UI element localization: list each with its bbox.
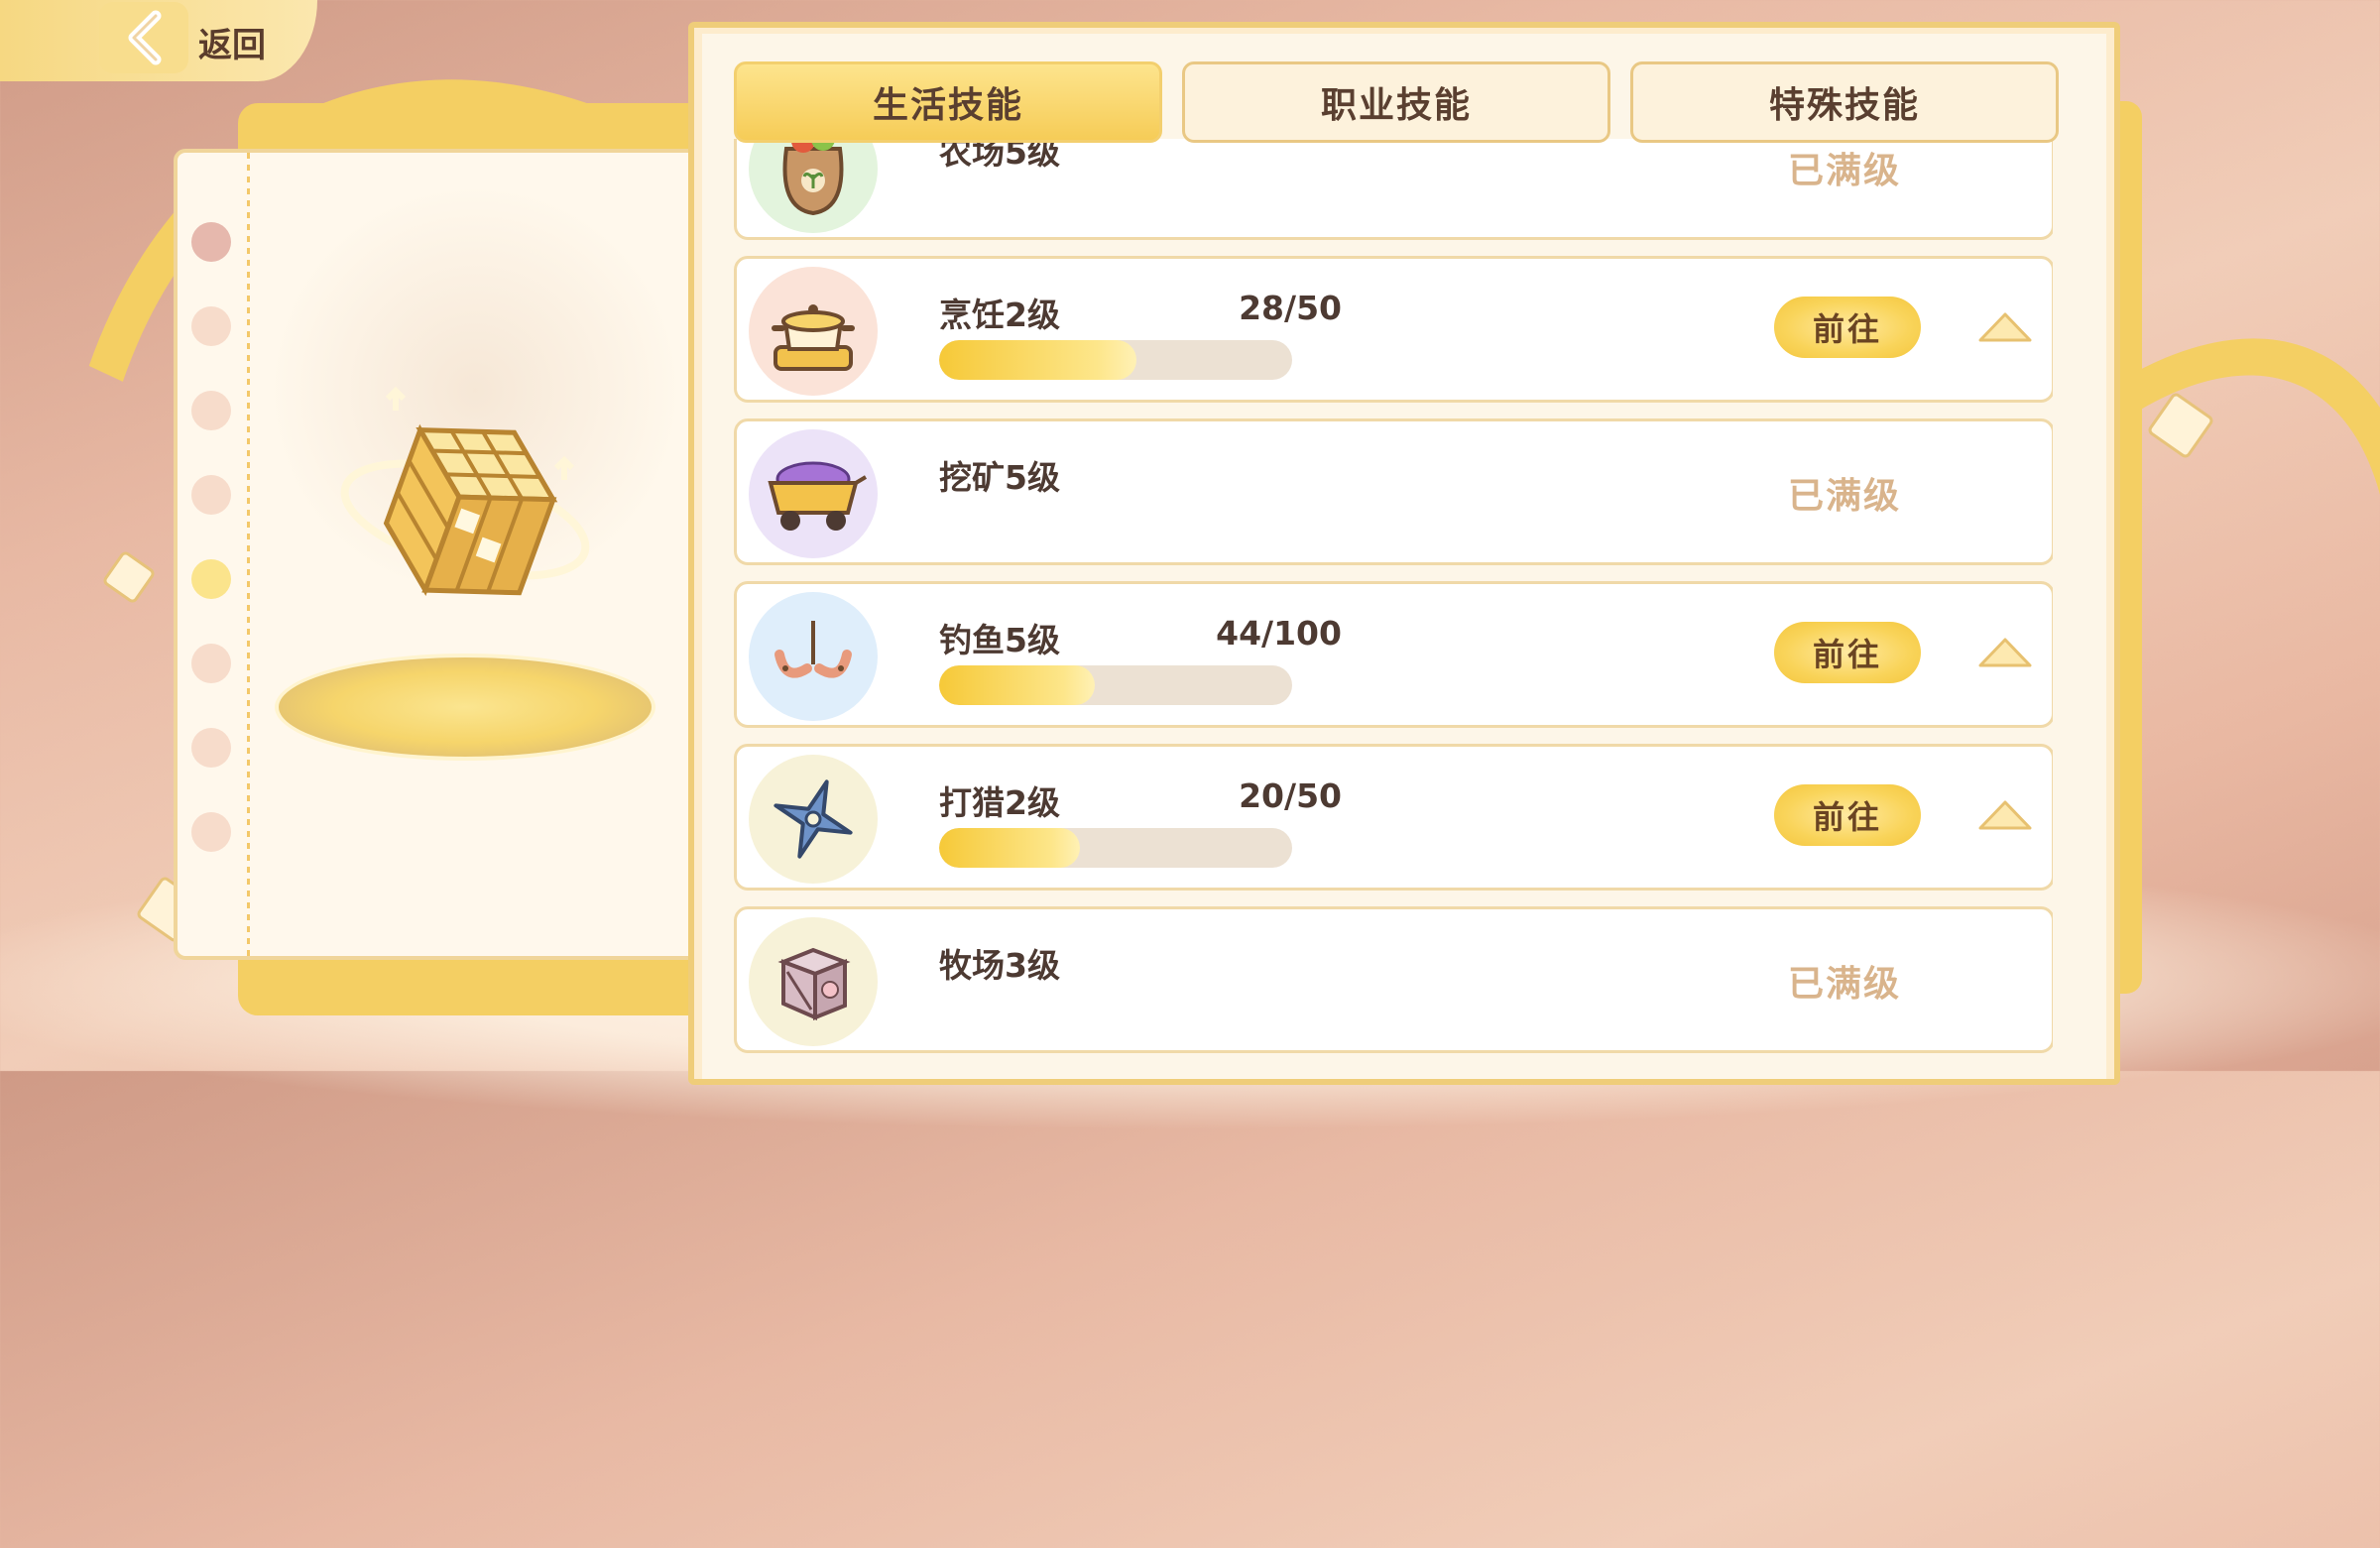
arrow-up-icon[interactable]	[1976, 636, 2034, 669]
skill-name: 打猎2级	[939, 783, 1060, 822]
tab-job-skills[interactable]: 职业技能	[1182, 61, 1610, 143]
skill-maxed-label: 已满级	[1788, 151, 1902, 191]
skill-progress-bar	[939, 665, 1292, 705]
skill-name: 挖矿5级	[939, 458, 1060, 497]
notebook-margin	[247, 153, 250, 956]
skill-category-tabs: 生活技能 职业技能 特殊技能	[734, 61, 2059, 143]
crate-icon	[749, 917, 878, 1046]
skill-progress-fill	[939, 340, 1137, 380]
back-button[interactable]	[99, 2, 188, 73]
notebook-hole	[191, 391, 231, 430]
tab-special-skills[interactable]: 特殊技能	[1630, 61, 2059, 143]
pedestal	[275, 654, 655, 761]
fish-hook-icon	[749, 592, 878, 721]
skill-progress-bar	[939, 828, 1292, 868]
arrow-up-icon[interactable]	[1976, 798, 2034, 832]
skill-name: 钓鱼5级	[939, 621, 1060, 659]
skill-row-farm[interactable]: 农场5级 已满级	[734, 139, 2053, 240]
skill-name: 烹饪2级	[939, 296, 1060, 334]
farm-bag-icon	[749, 139, 878, 233]
skill-progress-count: 44/100	[1216, 614, 1342, 653]
shuriken-icon	[749, 755, 878, 884]
back-bar: 返回	[0, 0, 317, 81]
notebook-hole	[191, 559, 231, 599]
skill-row-mining[interactable]: 挖矿5级 已满级	[734, 418, 2053, 565]
skill-list[interactable]: 农场5级 已满级 烹饪2级 28/50 前往 挖矿5级 已满级 钓鱼5级 44/…	[734, 139, 2053, 1071]
notebook-hole	[191, 812, 231, 852]
go-button[interactable]: 前往	[1774, 622, 1921, 683]
skill-progress-fill	[939, 665, 1095, 705]
skill-progress-count: 20/50	[1239, 776, 1342, 815]
skill-progress-count: 28/50	[1239, 289, 1342, 327]
skill-progress-fill	[939, 828, 1081, 868]
skill-row-ranch[interactable]: 牧场3级 已满级	[734, 906, 2053, 1053]
notebook-hole	[191, 475, 231, 515]
skill-row-fishing[interactable]: 钓鱼5级 44/100 前往	[734, 581, 2053, 728]
skill-showcase-notebook	[174, 149, 717, 960]
notebook-hole	[191, 644, 231, 683]
skill-row-cooking[interactable]: 烹饪2级 28/50 前往	[734, 256, 2053, 403]
back-label[interactable]: 返回	[198, 18, 266, 66]
golden-cube-icon	[340, 386, 590, 597]
skill-maxed-label: 已满级	[1788, 964, 1902, 1005]
notebook-hole	[191, 306, 231, 346]
arrow-up-icon[interactable]	[1976, 310, 2034, 344]
cooking-pot-icon	[749, 267, 878, 396]
tab-life-skills[interactable]: 生活技能	[734, 61, 1162, 143]
chevron-left-icon	[128, 10, 162, 65]
mine-cart-icon	[749, 429, 878, 558]
notebook-hole	[191, 222, 231, 262]
skill-name: 牧场3级	[939, 946, 1060, 985]
go-button[interactable]: 前往	[1774, 784, 1921, 846]
notebook-hole	[191, 728, 231, 768]
skill-maxed-label: 已满级	[1788, 476, 1902, 517]
skill-name: 农场5级	[939, 139, 1060, 172]
skill-row-hunting[interactable]: 打猎2级 20/50 前往	[734, 744, 2053, 891]
skill-progress-bar	[939, 340, 1292, 380]
go-button[interactable]: 前往	[1774, 297, 1921, 358]
